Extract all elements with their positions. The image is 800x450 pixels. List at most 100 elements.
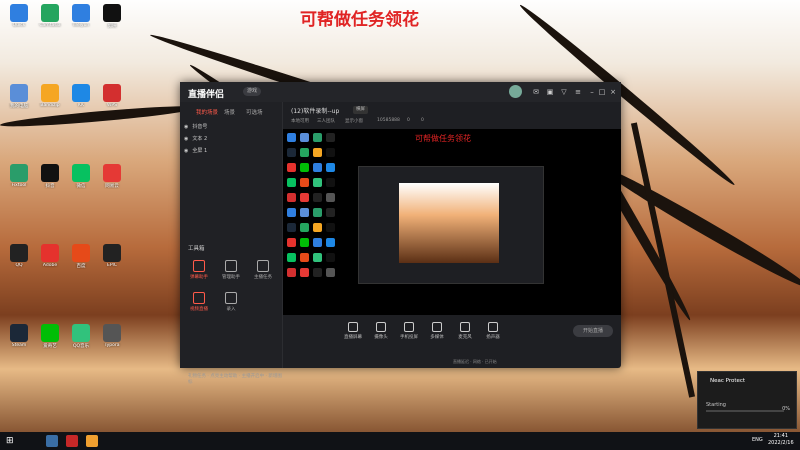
eye-icon[interactable]: ◉: [184, 136, 188, 142]
clock[interactable]: 21:41 2022/2/16: [768, 433, 794, 447]
desktop-icon[interactable]: Steam: [2, 324, 36, 348]
tool-video[interactable]: 视频直播: [184, 292, 214, 312]
preview-icon: [326, 178, 335, 187]
screen-source-button[interactable]: 直播屏幕: [339, 322, 367, 340]
preview-icon: [313, 223, 322, 232]
desktop-icon[interactable]: 百度: [64, 244, 98, 269]
minimize-icon[interactable]: –: [588, 88, 596, 96]
desktop-icon[interactable]: WPS: [95, 84, 129, 108]
tab-optional[interactable]: 可选场: [246, 108, 263, 116]
desktop-icon-label: Bandizip: [40, 103, 60, 108]
stream-preview[interactable]: 可帮做任务领花: [283, 129, 621, 315]
desktop-icon[interactable]: QQ音乐: [64, 324, 98, 349]
desktop-icon[interactable]: 微信: [64, 164, 98, 189]
microphone-button[interactable]: 麦克风: [451, 322, 479, 340]
preview-icon: [287, 238, 296, 247]
preview-icon: [313, 163, 322, 172]
start-live-button[interactable]: 开始直播: [573, 325, 613, 337]
desktop-icon[interactable]: Camtasia: [33, 4, 67, 28]
media-source-button[interactable]: 多媒体: [423, 322, 451, 340]
orientation-tag[interactable]: 横屏: [353, 106, 368, 114]
taskbar-app-icon[interactable]: [46, 435, 58, 447]
preview-icon: [313, 133, 322, 142]
desktop-icon[interactable]: Weiyun: [64, 4, 98, 28]
phone-cast-button[interactable]: 手机投屏: [395, 322, 423, 340]
desktop-icon-label: Fixtool: [11, 183, 27, 188]
tab-scenes[interactable]: 场景: [224, 108, 235, 116]
message-icon[interactable]: ✉: [532, 88, 540, 96]
desktop-icon[interactable]: Quick: [2, 4, 36, 28]
preview-icon: [326, 148, 335, 157]
language-indicator[interactable]: ENG: [752, 437, 763, 443]
desktop-icon-label: 百度: [76, 264, 86, 269]
desktop-icon[interactable]: EPIC: [95, 244, 129, 268]
desktop-icon-label: Typora: [104, 343, 120, 348]
window-titlebar[interactable]: 直播伴侣 游戏 ✉ ▣ ▽ ≡ – □ ×: [180, 82, 621, 102]
record-icon: [225, 292, 237, 304]
clock-date: 2022/2/16: [768, 440, 794, 446]
speaker-button[interactable]: 扬声器: [479, 322, 507, 340]
eye-icon[interactable]: ◉: [184, 148, 188, 154]
preview-icon: [326, 268, 335, 277]
desktop-icon-label: 剪映: [107, 24, 117, 29]
source-controls: 直播屏幕 摄像头 手机投屏 多媒体 麦克风 扬声器 开始直播: [283, 317, 621, 345]
app-icon: [10, 164, 28, 182]
mode-badge[interactable]: 游戏: [243, 87, 262, 96]
desktop-icon-label: Camtasia: [39, 23, 61, 28]
like-count: 0: [407, 118, 410, 123]
avatar[interactable]: [509, 85, 522, 98]
tool-manage[interactable]: 管理助手: [216, 260, 246, 280]
preview-icon: [313, 238, 322, 247]
preview-icon: [300, 133, 309, 142]
desktop-icon[interactable]: Typora: [95, 324, 129, 348]
taskbar: ⊞ ENG 21:41 2022/2/16: [0, 432, 800, 450]
status-bar: 直播延迟 · 网络 · 已开始: [453, 359, 497, 364]
desktop-icon-label: Steam: [11, 343, 27, 348]
camera-source-button[interactable]: 摄像头: [367, 322, 395, 340]
app-icon: [72, 164, 90, 182]
preview-icon: [326, 208, 335, 217]
tool-record[interactable]: 录入: [216, 292, 246, 312]
notification-toast[interactable]: Neac Protect Starting 0%: [697, 371, 797, 429]
gift-icon[interactable]: ▣: [546, 88, 554, 96]
preview-icon: [313, 268, 322, 277]
taskbar-app-icon[interactable]: [86, 435, 98, 447]
preview-icon: [326, 223, 335, 232]
preview-icon: [287, 208, 296, 217]
desktop-icon-label: WPS: [106, 103, 118, 108]
preview-overlay-text: 可帮做任务领花: [415, 134, 471, 143]
notification-title: Neac Protect: [710, 378, 746, 384]
menu-icon[interactable]: ≡: [574, 88, 582, 96]
taskbar-app-icon[interactable]: [66, 435, 78, 447]
desktop-icon[interactable]: QQ: [2, 244, 36, 268]
desktop-icon[interactable]: 网易云: [95, 164, 129, 189]
windows-start-icon[interactable]: ⊞: [6, 436, 14, 446]
play-icon: [432, 322, 442, 332]
desktop-icon[interactable]: 剪映: [95, 4, 129, 29]
preview-icon: [287, 178, 296, 187]
main-panel: (12)软件录制--up 横屏 本地可用 三人团队 显示小窗 10585888 …: [283, 102, 621, 368]
desktop-icon[interactable]: Fixtool: [2, 164, 36, 188]
desktop-icon-label: Adobe: [42, 263, 58, 268]
tool-danmaku[interactable]: 弹幕助手: [184, 260, 214, 280]
preview-icon: [300, 268, 309, 277]
scene-item[interactable]: ◉ 全屏 1: [184, 146, 279, 156]
desktop-icon[interactable]: KK: [64, 84, 98, 108]
app-icon: [41, 244, 59, 262]
tool-task[interactable]: 主播任务: [248, 260, 278, 280]
tab-my-scenes[interactable]: 我的场景: [196, 108, 218, 116]
close-icon[interactable]: ×: [609, 88, 617, 96]
eye-icon[interactable]: ◉: [184, 124, 188, 130]
desktop-icon[interactable]: Adobe: [33, 244, 67, 268]
desktop-icon[interactable]: 爱奇艺: [33, 324, 67, 349]
scene-item[interactable]: ◉ 抖音号: [184, 122, 279, 132]
maximize-icon[interactable]: □: [598, 88, 606, 96]
desktop-icon[interactable]: 我的电脑: [2, 84, 36, 109]
preview-icon: [300, 238, 309, 247]
shirt-icon[interactable]: ▽: [560, 88, 568, 96]
scene-item[interactable]: ◉ 文本 2: [184, 134, 279, 144]
room-info-item: 本地可用: [291, 119, 309, 124]
room-info-item: 显示小窗: [345, 119, 363, 124]
desktop-icon[interactable]: Bandizip: [33, 84, 67, 108]
desktop-icon[interactable]: 抖音: [33, 164, 67, 189]
